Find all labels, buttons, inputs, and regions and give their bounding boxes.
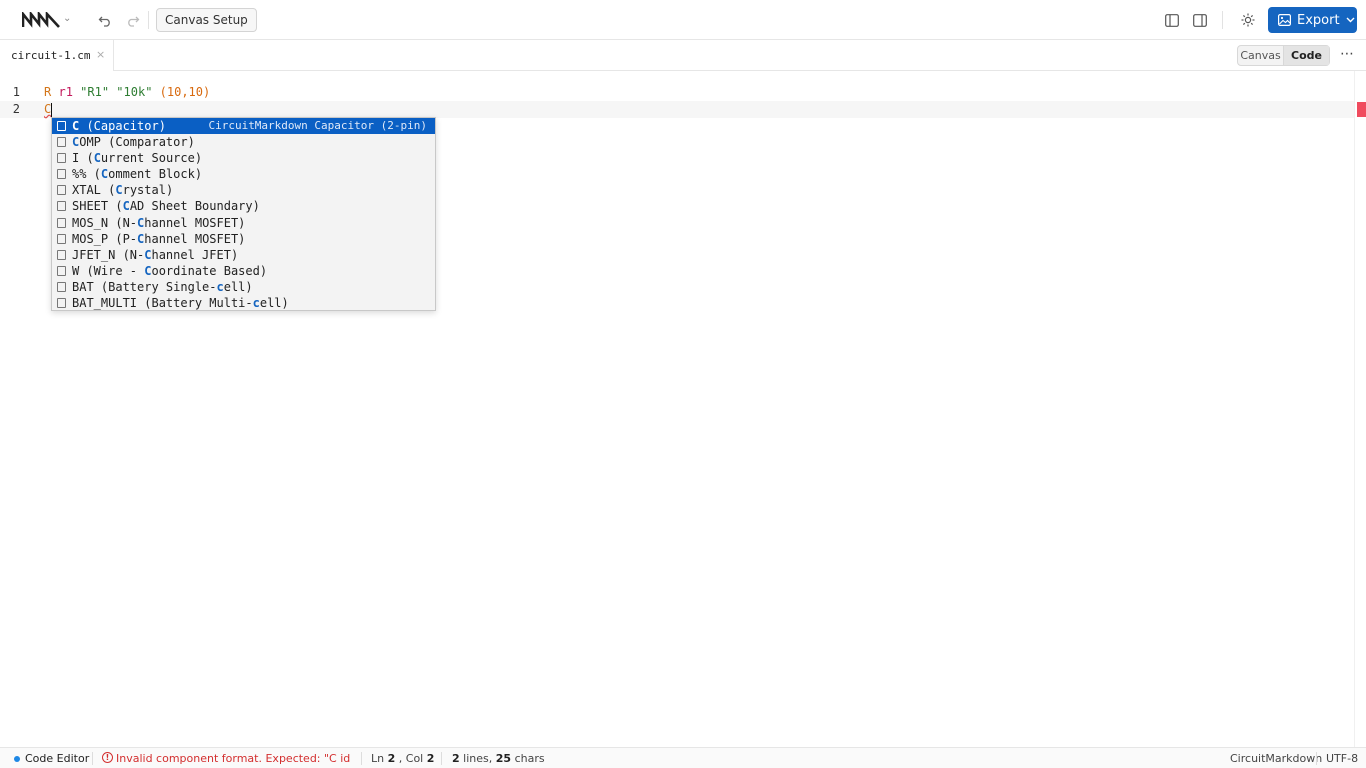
snippet-icon	[57, 137, 66, 148]
status-bar: Code Editor ! Invalid component format. …	[0, 747, 1366, 768]
token-string: "10k"	[116, 85, 153, 99]
document-stats: 2 lines, 25 chars	[452, 752, 545, 765]
code-line[interactable]: 1 R r1 "R1" "10k" (10,10)	[0, 84, 1354, 101]
snippet-icon	[57, 249, 66, 260]
suggestion-item[interactable]: BAT_MULTI (Battery Multi-cell)	[52, 295, 435, 310]
view-mode-toggle: Canvas Code	[1237, 45, 1330, 66]
suggestion-detail: CircuitMarkdown Capacitor (2-pin)	[208, 119, 427, 132]
snippet-icon	[57, 185, 66, 196]
editor-tab-bar: circuit-1.cm × Canvas Code ⋯	[0, 40, 1366, 71]
status-divider	[361, 752, 362, 765]
editor-scrollbar[interactable]	[1354, 71, 1366, 747]
language-mode[interactable]: CircuitMarkdown	[1230, 752, 1322, 765]
file-encoding[interactable]: UTF-8	[1326, 752, 1358, 765]
export-button[interactable]: Export	[1268, 7, 1357, 33]
snippet-icon	[57, 201, 66, 212]
undo-icon	[98, 16, 110, 27]
suggestion-item[interactable]: COMP (Comparator)	[52, 134, 435, 150]
toggle-left-panel-button[interactable]	[1162, 10, 1182, 30]
autocomplete-popup: C (Capacitor) CircuitMarkdown Capacitor (…	[51, 117, 436, 311]
snippet-icon	[57, 233, 66, 244]
image-icon	[1278, 14, 1291, 26]
suggestion-item[interactable]: C (Capacitor) CircuitMarkdown Capacitor (…	[52, 118, 435, 135]
suggestion-item[interactable]: I (Current Source)	[52, 150, 435, 166]
error-scroll-marker[interactable]	[1357, 102, 1366, 117]
editor-mode-label[interactable]: Code Editor	[25, 752, 89, 765]
snippet-icon	[57, 298, 66, 309]
suggestion-item[interactable]: SHEET (CAD Sheet Boundary)	[52, 198, 435, 214]
snippet-icon	[57, 169, 66, 180]
line-number: 2	[12, 102, 20, 116]
token-string: "R1"	[80, 85, 110, 99]
sidebar-left-icon	[1165, 13, 1179, 27]
view-canvas-button[interactable]: Canvas	[1238, 46, 1283, 65]
error-message[interactable]: Invalid component format. Expected: "C i…	[116, 752, 350, 765]
suggestion-item[interactable]: MOS_P (P-Channel MOSFET)	[52, 231, 435, 247]
token-typed-error: C	[44, 102, 52, 116]
theme-toggle-button[interactable]	[1238, 10, 1258, 30]
file-tab-label: circuit-1.cm	[11, 49, 91, 62]
toggle-right-panel-button[interactable]	[1190, 10, 1210, 30]
line-content[interactable]: C	[44, 101, 53, 118]
line-number: 1	[12, 85, 20, 99]
status-divider	[441, 752, 442, 765]
suggestion-item[interactable]: JFET_N (N-Channel JFET)	[52, 247, 435, 263]
status-divider	[92, 752, 93, 765]
suggestion-item[interactable]: XTAL (Crystal)	[52, 182, 435, 198]
suggestion-item[interactable]: BAT (Battery Single-cell)	[52, 279, 435, 295]
redo-button[interactable]	[123, 10, 143, 30]
line-content[interactable]: R r1 "R1" "10k" (10,10)	[44, 84, 210, 101]
code-line-active[interactable]: 2 C	[0, 101, 1354, 118]
chevron-down-icon	[1346, 17, 1355, 23]
token-identifier: r1	[58, 85, 73, 99]
error-icon: !	[102, 752, 113, 763]
view-code-button[interactable]: Code	[1283, 46, 1329, 65]
text-cursor	[51, 102, 53, 117]
mode-indicator-dot	[14, 756, 20, 762]
more-options-icon[interactable]: ⋯	[1340, 46, 1355, 62]
snippet-icon	[57, 153, 66, 164]
suggestion-item[interactable]: MOS_N (N-Channel MOSFET)	[52, 215, 435, 231]
snippet-icon	[57, 217, 66, 228]
export-label: Export	[1297, 12, 1340, 28]
snippet-icon	[57, 281, 66, 292]
snippet-icon	[57, 121, 66, 131]
suggestion-item[interactable]: %% (Comment Block)	[52, 166, 435, 182]
status-divider	[1316, 752, 1317, 765]
app-logo-icon[interactable]	[22, 12, 60, 28]
file-tab[interactable]: circuit-1.cm ×	[0, 40, 114, 71]
cursor-position[interactable]: Ln 2 , Col 2	[371, 752, 434, 765]
token-coordinates: (10,10)	[159, 85, 211, 99]
snippet-icon	[57, 265, 66, 276]
undo-button[interactable]	[95, 10, 115, 30]
top-toolbar: ⌄ Canvas Setup Export	[0, 0, 1366, 40]
toolbar-divider	[1222, 11, 1223, 29]
sun-icon	[1241, 13, 1255, 27]
redo-icon	[128, 16, 140, 27]
close-icon[interactable]: ×	[96, 48, 105, 61]
suggestion-item[interactable]: W (Wire - Coordinate Based)	[52, 263, 435, 279]
sidebar-right-icon	[1193, 13, 1207, 27]
chevron-down-icon[interactable]: ⌄	[63, 13, 73, 25]
toolbar-divider	[148, 11, 149, 29]
canvas-setup-button[interactable]: Canvas Setup	[156, 8, 257, 32]
token-keyword: R	[44, 85, 52, 99]
